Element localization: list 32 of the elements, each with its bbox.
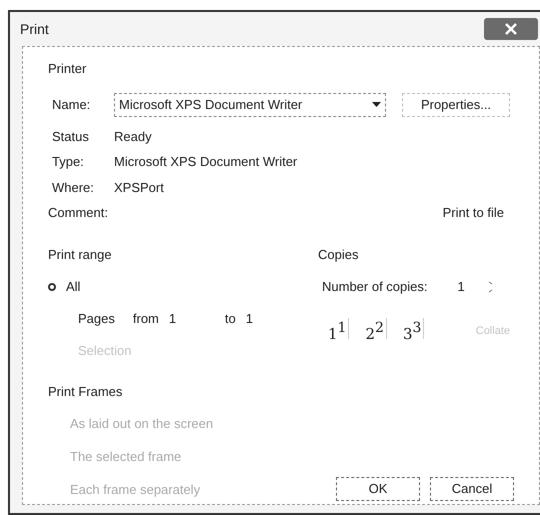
info-label: Where:: [52, 178, 95, 196]
from-field[interactable]: 1: [168, 309, 225, 329]
printer-dropdown[interactable]: Microsoft XPS Document Writer: [114, 92, 386, 116]
info-label: Status: [52, 128, 90, 146]
window-title: Print: [20, 20, 49, 38]
section-heading: Printer: [48, 60, 88, 78]
radio-button[interactable]: [48, 283, 56, 291]
dialog-button[interactable]: Cancel: [430, 476, 514, 500]
radio-label[interactable]: Pages: [78, 309, 115, 329]
collate-drawing: 1 1 22 33: [328, 318, 424, 345]
spinner-icon: [488, 281, 492, 293]
section-heading: Print range: [48, 246, 113, 264]
to-field[interactable]: 1: [246, 309, 253, 329]
info-value: Microsoft XPS Document Writer: [114, 153, 298, 171]
field-label: from: [132, 310, 159, 328]
radio-label[interactable]: All: [66, 277, 80, 297]
field-label: to: [224, 310, 236, 328]
properties-button[interactable]: Properties...: [402, 92, 510, 116]
section-heading: Copies: [318, 246, 360, 264]
dropdown-caret-icon: [372, 102, 381, 107]
field-label: Number of copies:: [322, 278, 428, 296]
section-heading: Print Frames: [48, 383, 124, 401]
field-label: Name:: [52, 96, 92, 114]
info-label: Type:: [52, 153, 85, 171]
copies-field[interactable]: 1: [458, 277, 488, 297]
print-to-file-option[interactable]: Print to file: [442, 203, 504, 222]
close-button[interactable]: [484, 18, 538, 40]
info-value: XPSPort: [114, 178, 164, 196]
field-label: Comment:: [48, 204, 108, 222]
info-value: Ready: [114, 128, 152, 146]
close-icon: [504, 23, 518, 35]
dialog-button[interactable]: OK: [336, 476, 420, 500]
